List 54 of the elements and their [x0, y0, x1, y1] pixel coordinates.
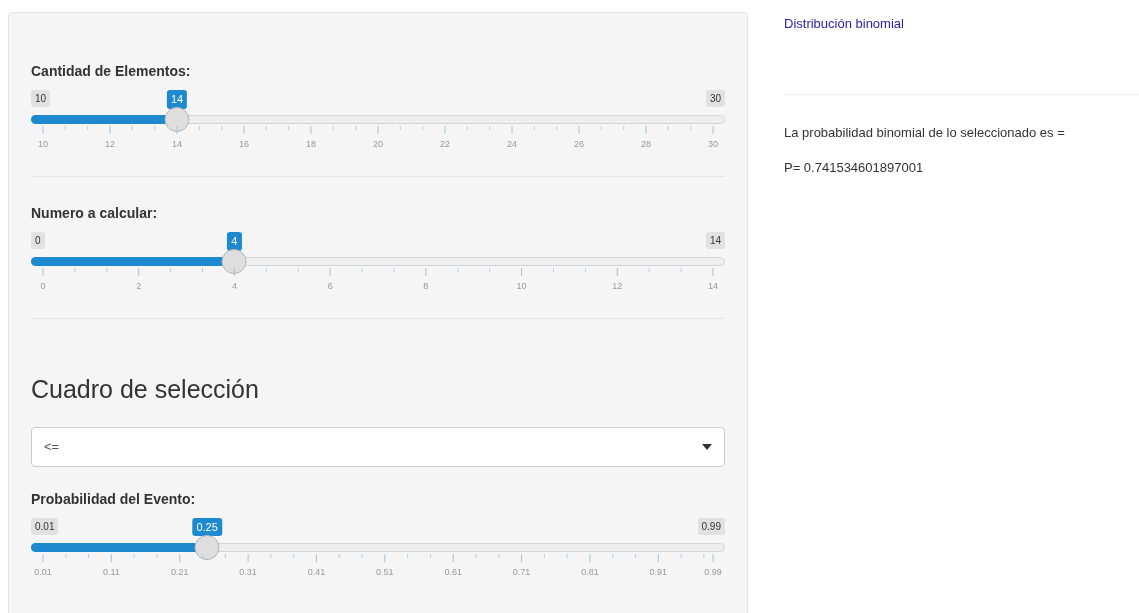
tick-label: 0.31 [239, 565, 257, 579]
tick-label: 20 [373, 138, 383, 151]
tick-label: 0.71 [512, 565, 531, 579]
tick-label: 0.41 [307, 565, 326, 579]
select-value: <= [44, 437, 60, 456]
tick-label: 8 [423, 280, 429, 293]
tick-label: 14 [708, 280, 718, 293]
tick-label: 30 [708, 138, 718, 151]
tick-label: 10 [516, 280, 527, 293]
min-badge: 0.01 [31, 517, 59, 535]
tick-label: 24 [507, 138, 517, 151]
tick-label: 4 [231, 280, 237, 293]
tick-label: 12 [612, 280, 623, 293]
slider-handle[interactable] [164, 107, 190, 132]
min-badge: 0 [31, 232, 45, 249]
tick-label: 0 [40, 280, 46, 293]
value-badge: 4 [227, 232, 242, 251]
max-badge: 14 [705, 232, 725, 249]
slider[interactable] [31, 534, 725, 560]
tick-label: 26 [574, 138, 584, 151]
tick-label: 0.99 [704, 565, 722, 579]
max-badge: 30 [705, 90, 725, 107]
tick-label: 16 [239, 138, 249, 151]
tick-label: 10 [38, 138, 48, 151]
value-badge: 14 [166, 90, 188, 109]
select-dropdown[interactable]: <= [31, 426, 725, 467]
tick-label: 6 [327, 280, 333, 293]
tick-label: 28 [641, 138, 651, 151]
slider[interactable] [31, 249, 725, 274]
caret-icon [702, 443, 712, 450]
result-value: P= 0.741534601897001 [784, 159, 925, 177]
tick-label: 0.01 [34, 565, 52, 579]
slider-label: Cantidad de Elementos: [31, 62, 192, 81]
tick-label: 22 [440, 138, 450, 151]
section-heading: Cuadro de selección [31, 374, 260, 405]
tick-label: 0.61 [444, 565, 462, 579]
max-badge: 0.99 [697, 517, 725, 535]
tick-label: 14 [172, 138, 182, 151]
tick-label: 18 [306, 138, 316, 151]
min-badge: 10 [31, 90, 51, 107]
tick-label: 2 [136, 280, 142, 293]
page-title: Distribución binomial [784, 15, 905, 33]
tick-label: 0.11 [102, 565, 120, 579]
slider-label: Numero a calcular: [31, 204, 159, 223]
slider[interactable] [31, 107, 725, 132]
tick-label: 0.91 [649, 565, 668, 579]
result-text: La probabilidad binomial de lo seleccionado es = [784, 123, 1066, 142]
tick-label: 12 [105, 138, 115, 151]
tick-label: 0.51 [376, 565, 394, 579]
slider-label: Probabilidad del Evento: [31, 489, 197, 509]
tick-label: 0.81 [581, 565, 599, 579]
value-badge: 0.25 [192, 517, 222, 536]
tick-label: 0.21 [170, 565, 189, 579]
slider-handle[interactable] [221, 249, 247, 274]
